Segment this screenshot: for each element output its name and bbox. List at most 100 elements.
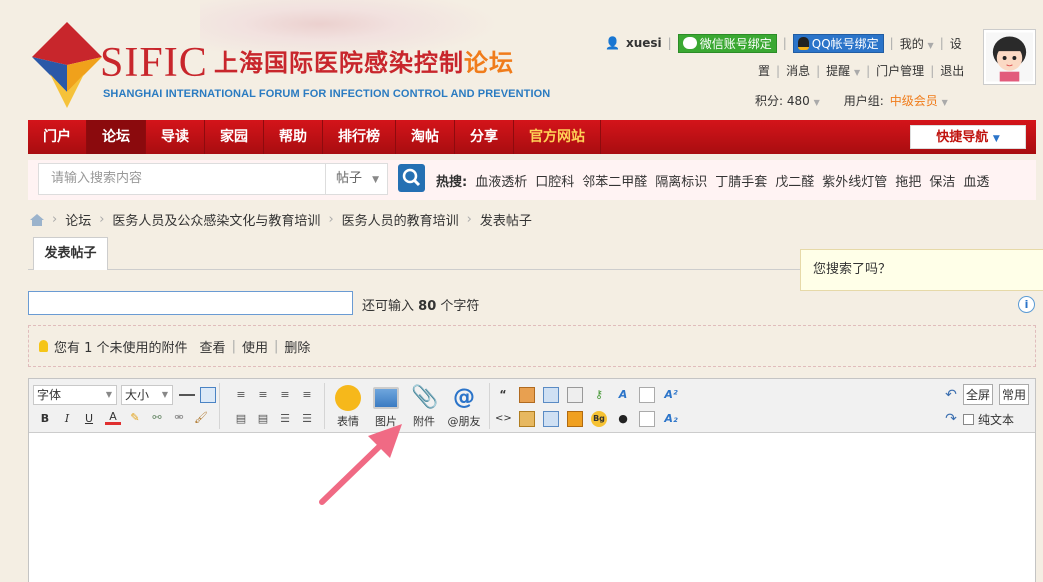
hide-content-lock-icon[interactable] [519, 411, 535, 427]
logo-sific-text[interactable]: SIFIC [100, 42, 208, 84]
password-icon[interactable] [567, 387, 583, 403]
nav-item-guide[interactable]: 导读 [146, 120, 205, 154]
breadcrumb-forum[interactable]: 论坛 [65, 210, 91, 229]
nav-item-official-site[interactable]: 官方网站 [514, 120, 601, 154]
hot-search-term[interactable]: 戊二醛 [775, 171, 814, 190]
unlink-icon[interactable]: ⚮ [171, 410, 187, 426]
redo-arrow-icon[interactable]: ↷ [943, 411, 959, 427]
audio-icon[interactable] [567, 411, 583, 427]
undo-arrow-icon[interactable]: ↶ [943, 387, 959, 403]
username-link[interactable]: xuesi [626, 36, 662, 50]
float-left-icon[interactable]: ▤ [233, 411, 249, 427]
search-button[interactable] [398, 164, 425, 192]
logout-link[interactable]: 退出 [940, 62, 964, 79]
attachment-label: 附件 [413, 415, 435, 428]
highlight-pen-icon[interactable]: ✎ [127, 410, 143, 426]
nav-item-help[interactable]: 帮助 [264, 120, 323, 154]
horizontal-rule-icon[interactable] [179, 387, 195, 403]
table-icon[interactable] [200, 387, 216, 403]
broken-image-icon[interactable] [639, 387, 655, 403]
nav-item-collections[interactable]: 淘帖 [396, 120, 455, 154]
text-color-button[interactable]: A [105, 409, 121, 425]
delete-attachments-link[interactable]: 删除 [284, 337, 310, 356]
free-content-icon[interactable] [519, 387, 535, 403]
hot-search-term[interactable]: 丁腈手套 [715, 171, 767, 190]
qq-penguin-icon [797, 36, 809, 50]
align-justify-icon[interactable]: ≡ [277, 387, 293, 403]
link-icon[interactable]: ⚯ [149, 410, 165, 426]
float-right-icon[interactable]: ▤ [255, 411, 271, 427]
info-icon[interactable]: i [1018, 296, 1035, 313]
home-icon[interactable] [30, 213, 44, 226]
divider: | [930, 63, 935, 78]
plain-text-toggle[interactable]: 纯文本 [963, 411, 1014, 428]
nav-item-ranking[interactable]: 排行榜 [323, 120, 396, 154]
portal-admin-link[interactable]: 门户管理 [876, 62, 924, 79]
broken-image-icon[interactable] [639, 411, 655, 427]
fullscreen-button[interactable]: 全屏 [963, 384, 994, 405]
messages-link[interactable]: 消息 [786, 62, 810, 79]
align-right-icon[interactable]: ≡ [299, 387, 315, 403]
wechat-bind-button[interactable]: 微信账号绑定 [677, 33, 777, 53]
unordered-list-icon[interactable]: ☰ [299, 411, 315, 427]
align-center-icon[interactable]: ≡ [255, 387, 271, 403]
subscript-icon[interactable]: A₂ [663, 411, 679, 427]
bold-button[interactable]: B [37, 411, 53, 427]
font-size-select[interactable]: 大小 ▼ [121, 385, 173, 405]
search-input[interactable]: 请输入搜索内容 [38, 163, 326, 195]
nav-item-portal[interactable]: 门户 [28, 120, 87, 154]
hot-search-term[interactable]: 血透 [963, 171, 989, 190]
nav-item-share[interactable]: 分享 [455, 120, 514, 154]
search-type-select[interactable]: 帖子 ▼ [325, 163, 388, 195]
code-button[interactable]: <> [495, 411, 512, 427]
reminders-link[interactable]: 提醒 ▼ [826, 62, 860, 79]
clear-format-brush-icon[interactable]: 🖌 [193, 410, 209, 426]
breadcrumb-category[interactable]: 医务人员及公众感染文化与教育培训 [112, 210, 320, 229]
index-icon[interactable] [543, 411, 559, 427]
editor-content-area[interactable] [29, 434, 1035, 582]
toolbar-divider [489, 383, 490, 429]
chevron-right-icon: › [52, 212, 58, 227]
plain-text-checkbox[interactable] [963, 414, 974, 425]
superscript-icon[interactable]: A² [663, 387, 679, 403]
use-attachments-link[interactable]: 使用 [242, 337, 268, 356]
nav-item-forum[interactable]: 论坛 [87, 120, 146, 154]
hot-search-term[interactable]: 隔离标识 [655, 171, 707, 190]
sific-logo-icon[interactable] [32, 22, 102, 108]
hot-search-term[interactable]: 拖把 [895, 171, 921, 190]
qq-bind-button[interactable]: QQ帐号绑定 [792, 33, 884, 53]
points-link[interactable]: 积分: 480 ▼ [755, 92, 820, 109]
qq-icon[interactable]: ● [615, 411, 631, 427]
font-style-icon[interactable]: A [615, 387, 631, 403]
hot-search-term[interactable]: 紫外线灯管 [822, 171, 887, 190]
hot-search-term[interactable]: 邻苯二甲醛 [582, 171, 647, 190]
underline-button[interactable]: U [81, 411, 97, 427]
font-family-select[interactable]: 字体 ▼ [33, 385, 117, 405]
mention-friend-button[interactable]: @ @朋友 [443, 385, 485, 429]
logo-chinese-title[interactable]: 上海国际医院感染控制论坛 [214, 51, 514, 75]
quote-button[interactable]: “ [495, 387, 511, 403]
ordered-list-icon[interactable]: ☰ [277, 411, 293, 427]
key-icon[interactable]: ⚷ [591, 387, 607, 403]
quick-nav-button[interactable]: 快捷导航 ▼ [910, 125, 1026, 149]
common-mode-button[interactable]: 常用 [999, 384, 1030, 405]
page-break-icon[interactable] [543, 387, 559, 403]
wechat-bind-label: 微信账号绑定 [699, 36, 772, 51]
bg-color-icon[interactable]: Bg [591, 411, 607, 427]
breadcrumb-board[interactable]: 医务人员的教育培训 [342, 210, 459, 229]
tab-new-post[interactable]: 发表帖子 [33, 237, 108, 270]
subject-input[interactable] [28, 291, 353, 315]
nav-item-home[interactable]: 家园 [205, 120, 264, 154]
italic-button[interactable]: I [59, 411, 75, 427]
settings-link-part1[interactable]: 设 [950, 35, 962, 52]
hot-search-term[interactable]: 口腔科 [535, 171, 574, 190]
user-group-link[interactable]: 中级会员 ▼ [890, 92, 948, 109]
hot-search-term[interactable]: 保洁 [929, 171, 955, 190]
view-attachments-link[interactable]: 查看 [200, 337, 226, 356]
avatar[interactable] [983, 29, 1036, 85]
attachment-button[interactable]: 📎 附件 [407, 385, 441, 429]
hot-search-term[interactable]: 血液透析 [475, 171, 527, 190]
settings-link-part2[interactable]: 置 [758, 62, 770, 79]
align-left-icon[interactable]: ≡ [233, 387, 249, 403]
my-menu[interactable]: 我的 ▼ [900, 35, 934, 52]
